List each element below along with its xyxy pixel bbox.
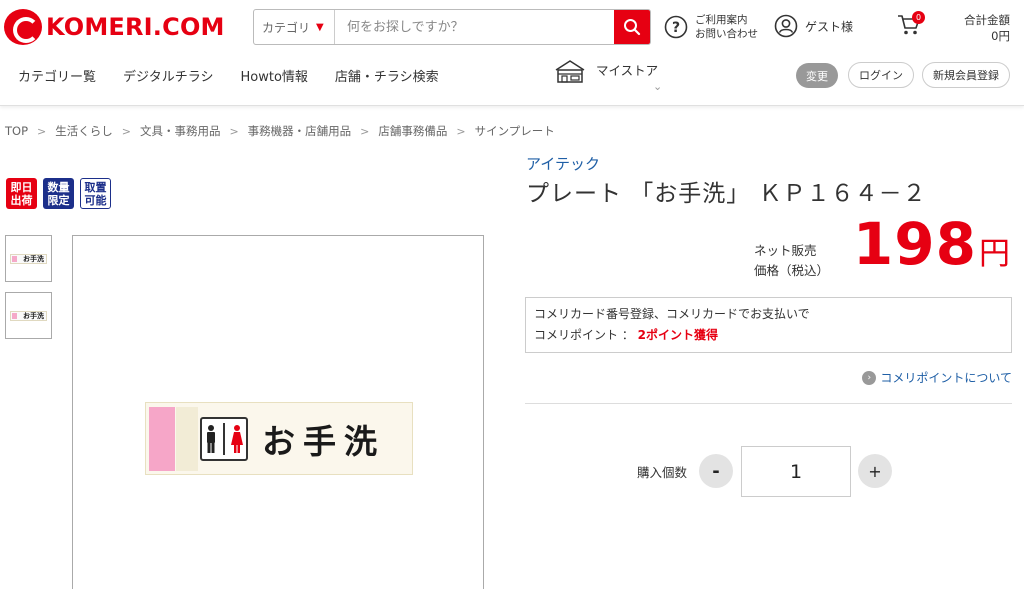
search-input[interactable]: [335, 10, 614, 44]
thumbnail-image: お手洗: [10, 253, 47, 264]
login-button[interactable]: ログイン: [848, 62, 914, 88]
help-link[interactable]: ? ご利用案内 お問い合わせ: [664, 13, 758, 41]
point-info-line-2: コメリポイント ： 2ポイント獲得: [534, 325, 1003, 346]
site-logo[interactable]: KOMERI.COM: [4, 9, 225, 45]
restroom-pictogram-icon: [200, 417, 248, 461]
register-button[interactable]: 新規会員登録: [922, 62, 1010, 88]
price-value: 198: [852, 210, 977, 278]
total-label: 合計金額: [964, 13, 1010, 27]
quantity-increase-button[interactable]: +: [858, 454, 892, 488]
breadcrumb: TOP > 生活くらし > 文具・事務用品 > 事務機器・店舗用品 > 店舗事務…: [5, 123, 555, 139]
my-store-selector[interactable]: マイストア ⌄: [554, 58, 662, 93]
chevron-right-circle-icon: ›: [862, 370, 877, 385]
chevron-right-icon: >: [360, 124, 370, 138]
sign-plate-text: お手洗: [262, 422, 385, 461]
svg-text:?: ?: [672, 20, 680, 36]
site-header: KOMERI.COM カテゴリ ▼ ? ご利用案内 お問い合わせ: [0, 0, 1024, 106]
nav-item-category-list[interactable]: カテゴリー覧: [18, 66, 96, 85]
product-badges: 即日出荷 数量限定 取置可能: [6, 178, 111, 209]
breadcrumb-item[interactable]: TOP: [5, 124, 28, 138]
main-nav: カテゴリー覧 デジタルチラシ Howto情報 店舗・チラシ検索: [18, 66, 439, 85]
about-points-label: コメリポイントについて: [880, 371, 1012, 385]
search-bar: カテゴリ ▼: [253, 9, 651, 45]
quantity-label: 購入個数: [637, 465, 688, 480]
badge-label: 取置可能: [84, 180, 107, 207]
help-line-1: ご利用案内: [695, 14, 748, 26]
about-points-link[interactable]: › コメリポイントについて: [862, 369, 1012, 386]
thumbnail-text: お手洗: [23, 254, 44, 263]
product-main-image[interactable]: お手洗: [72, 235, 484, 589]
cart-total: 合計金額 0円: [964, 12, 1010, 44]
point-prefix: コメリポイント ：: [534, 328, 638, 342]
user-icon: [774, 14, 798, 38]
change-store-button[interactable]: 変更: [796, 63, 838, 88]
point-info-line-1: コメリカード番号登録、コメリカードでお支払いで: [534, 307, 810, 321]
guest-label: ゲスト様: [805, 19, 854, 34]
badge-label: 数量限定: [47, 180, 70, 207]
nav-item-digital-flyer[interactable]: デジタルチラシ: [123, 66, 213, 85]
chevron-down-icon: ▼: [316, 21, 324, 33]
quantity-decrease-button[interactable]: -: [699, 454, 733, 488]
chevron-right-icon: >: [456, 124, 466, 138]
point-value: 2ポイント獲得: [637, 328, 718, 342]
product-thumbnail-1[interactable]: お手洗: [5, 235, 52, 282]
search-category-label: カテゴリ: [262, 20, 311, 35]
nav-item-store-search[interactable]: 店舗・チラシ検索: [335, 66, 439, 85]
point-info-box: コメリカード番号登録、コメリカードでお支払いで コメリポイント ： 2ポイント獲…: [525, 297, 1012, 353]
product-price: 198 円: [853, 210, 1010, 278]
breadcrumb-item[interactable]: 店舗事務備品: [378, 123, 447, 139]
sign-plate-image: お手洗: [145, 402, 413, 475]
badge-label: 即日出荷: [10, 180, 33, 207]
logo-text: KOMERI.COM: [46, 13, 225, 41]
nav-item-howto[interactable]: Howto情報: [241, 66, 308, 85]
male-figure-icon: [207, 425, 215, 453]
product-thumbnail-2[interactable]: お手洗: [5, 292, 52, 339]
search-button[interactable]: [614, 10, 650, 44]
female-figure-icon: [231, 425, 243, 453]
thumbnail-text: お手洗: [23, 311, 44, 320]
product-title: プレート 「お手洗」 ＫＰ１６４－２: [526, 181, 927, 207]
help-text: ご利用案内 お問い合わせ: [695, 13, 758, 41]
price-label-line-2: 価格（税込）: [754, 263, 830, 278]
question-circle-icon: ?: [664, 15, 688, 39]
help-line-2: お問い合わせ: [695, 28, 758, 40]
badge-store-pickup: 取置可能: [80, 178, 111, 209]
my-store-label: マイストア: [596, 63, 659, 78]
package-card: [176, 407, 198, 471]
package-tag: [149, 407, 175, 471]
chevron-right-icon: >: [121, 124, 131, 138]
price-label: ネット販売 価格（税込）: [754, 241, 829, 281]
breadcrumb-item[interactable]: 生活くらし: [55, 123, 113, 139]
quantity-input[interactable]: [741, 446, 851, 497]
chevron-right-icon: >: [229, 124, 239, 138]
price-currency: 円: [979, 236, 1010, 272]
search-icon: [624, 19, 641, 36]
thumbnail-image: お手洗: [10, 310, 47, 321]
account-link[interactable]: ゲスト様: [774, 14, 853, 38]
total-value: 0円: [991, 29, 1010, 43]
search-category-select[interactable]: カテゴリ ▼: [254, 10, 335, 44]
section-divider: [525, 403, 1012, 404]
breadcrumb-item-current[interactable]: サインプレート: [475, 123, 555, 139]
logo-mark-icon: [4, 9, 42, 45]
cart-count-badge: 0: [912, 11, 925, 24]
product-brand-link[interactable]: アイテック: [526, 153, 600, 174]
chevron-right-icon: >: [37, 124, 47, 138]
breadcrumb-item[interactable]: 事務機器・店舗用品: [248, 123, 352, 139]
badge-same-day-shipping: 即日出荷: [6, 178, 37, 209]
badge-limited-quantity: 数量限定: [43, 178, 74, 209]
chevron-down-icon: ⌄: [653, 80, 663, 93]
breadcrumb-item[interactable]: 文具・事務用品: [140, 123, 221, 139]
store-icon: [555, 60, 585, 83]
price-label-line-1: ネット販売: [754, 243, 817, 258]
cart-button[interactable]: 0: [897, 11, 925, 40]
